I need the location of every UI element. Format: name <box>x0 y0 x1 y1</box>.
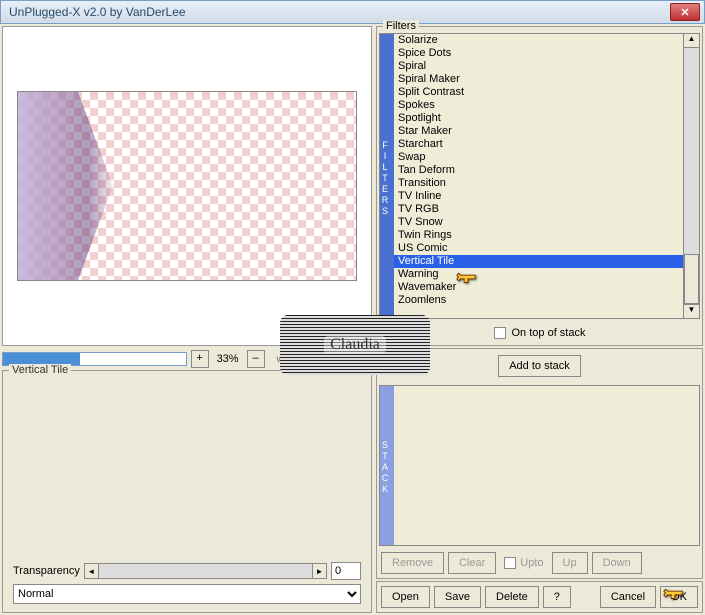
preview-image[interactable] <box>17 91 357 281</box>
filter-item[interactable]: Swap <box>394 151 683 164</box>
stack-body: STACK <box>379 385 700 546</box>
filter-item[interactable]: Transition <box>394 177 683 190</box>
filter-item[interactable]: Spiral Maker <box>394 73 683 86</box>
filter-item[interactable]: US Comic <box>394 242 683 255</box>
save-button[interactable]: Save <box>434 586 481 608</box>
filter-item[interactable]: Wavemaker <box>394 281 683 294</box>
filter-item[interactable]: Split Contrast <box>394 86 683 99</box>
ontop-checkbox[interactable] <box>494 327 506 339</box>
ontop-row: On top of stack <box>377 321 702 345</box>
remove-button[interactable]: Remove <box>381 552 444 574</box>
filter-item[interactable]: TV RGB <box>394 203 683 216</box>
preview-panel <box>2 26 372 346</box>
clear-button[interactable]: Clear <box>448 552 496 574</box>
content: + 33% – www.VanDerLee.com Vertical Tile … <box>0 24 705 615</box>
slider-right-icon[interactable]: ► <box>312 564 326 578</box>
blend-mode-select[interactable]: Normal <box>13 584 361 604</box>
close-icon: ✕ <box>680 6 689 19</box>
zoom-out-button[interactable]: – <box>247 350 265 368</box>
filters-tab[interactable]: FILTERS <box>380 34 394 318</box>
transparency-label: Transparency <box>13 565 80 577</box>
filter-item[interactable]: Zoomlens <box>394 294 683 307</box>
transparency-row: Transparency ◄ ► <box>7 560 367 582</box>
add-to-stack-button[interactable]: Add to stack <box>498 355 581 377</box>
close-button[interactable]: ✕ <box>670 3 700 21</box>
stack-tab[interactable]: STACK <box>380 386 394 545</box>
scroll-thumb[interactable] <box>684 254 699 304</box>
transparency-slider[interactable]: ◄ ► <box>84 563 327 579</box>
stack-fieldset: Stack Add to stack STACK Remove Clear Up… <box>376 348 703 579</box>
settings-fieldset: Vertical Tile Transparency ◄ ► Normal <box>2 370 372 613</box>
cancel-button[interactable]: Cancel <box>600 586 656 608</box>
bottom-buttons: Open Save Delete ? Cancel OK <box>376 581 703 613</box>
window-title: UnPlugged-X v2.0 by VanDerLee <box>5 5 670 19</box>
slider-track[interactable] <box>99 564 312 578</box>
left-column: + 33% – www.VanDerLee.com Vertical Tile … <box>2 26 372 613</box>
ontop-label: On top of stack <box>512 327 586 339</box>
zoom-in-button[interactable]: + <box>191 350 209 368</box>
filter-item[interactable]: Spice Dots <box>394 47 683 60</box>
filters-list[interactable]: SolarizeSpice DotsSpiralSpiral MakerSpli… <box>394 34 683 318</box>
filters-body: FILTERS SolarizeSpice DotsSpiralSpiral M… <box>379 33 700 319</box>
filter-item[interactable]: Warning <box>394 268 683 281</box>
settings-label: Vertical Tile <box>9 364 71 376</box>
upto-checkbox[interactable] <box>504 557 516 569</box>
filter-item[interactable]: Spokes <box>394 99 683 112</box>
stack-buttons: Remove Clear Upto Up Down <box>377 548 702 578</box>
scroll-down-icon[interactable]: ▼ <box>684 304 699 318</box>
blend-row: Normal <box>7 582 367 608</box>
slider-left-icon[interactable]: ◄ <box>85 564 99 578</box>
scroll-up-icon[interactable]: ▲ <box>684 34 699 48</box>
filters-label: Filters <box>383 20 419 32</box>
upto-wrap: Upto <box>504 557 543 569</box>
filter-item[interactable]: Starchart <box>394 138 683 151</box>
ok-button[interactable]: OK <box>660 586 698 608</box>
delete-button[interactable]: Delete <box>485 586 539 608</box>
filters-scrollbar[interactable]: ▲ ▼ <box>683 34 699 318</box>
filters-fieldset: Filters FILTERS SolarizeSpice DotsSpiral… <box>376 26 703 346</box>
titlebar: UnPlugged-X v2.0 by VanDerLee ✕ <box>0 0 705 24</box>
filter-item[interactable]: TV Inline <box>394 190 683 203</box>
right-column: Filters FILTERS SolarizeSpice DotsSpiral… <box>376 26 703 613</box>
filter-item[interactable]: Spiral <box>394 60 683 73</box>
filter-item[interactable]: Star Maker <box>394 125 683 138</box>
upto-label: Upto <box>520 557 543 569</box>
filter-item[interactable]: Twin Rings <box>394 229 683 242</box>
zoom-value: 33% <box>213 353 243 365</box>
filter-item[interactable]: Tan Deform <box>394 164 683 177</box>
scroll-track[interactable] <box>684 48 699 304</box>
filter-item[interactable]: Vertical Tile <box>394 255 683 268</box>
add-row: Add to stack <box>377 349 702 383</box>
down-button[interactable]: Down <box>592 552 642 574</box>
transparency-input[interactable] <box>331 562 361 580</box>
up-button[interactable]: Up <box>552 552 588 574</box>
open-button[interactable]: Open <box>381 586 430 608</box>
watermark-text: www.VanDerLee.com <box>277 354 372 365</box>
filter-item[interactable]: TV Snow <box>394 216 683 229</box>
filter-item[interactable]: Solarize <box>394 34 683 47</box>
stack-label: Stack <box>383 342 417 354</box>
help-button[interactable]: ? <box>543 586 571 608</box>
stack-list[interactable] <box>394 386 699 545</box>
filter-item[interactable]: Spotlight <box>394 112 683 125</box>
